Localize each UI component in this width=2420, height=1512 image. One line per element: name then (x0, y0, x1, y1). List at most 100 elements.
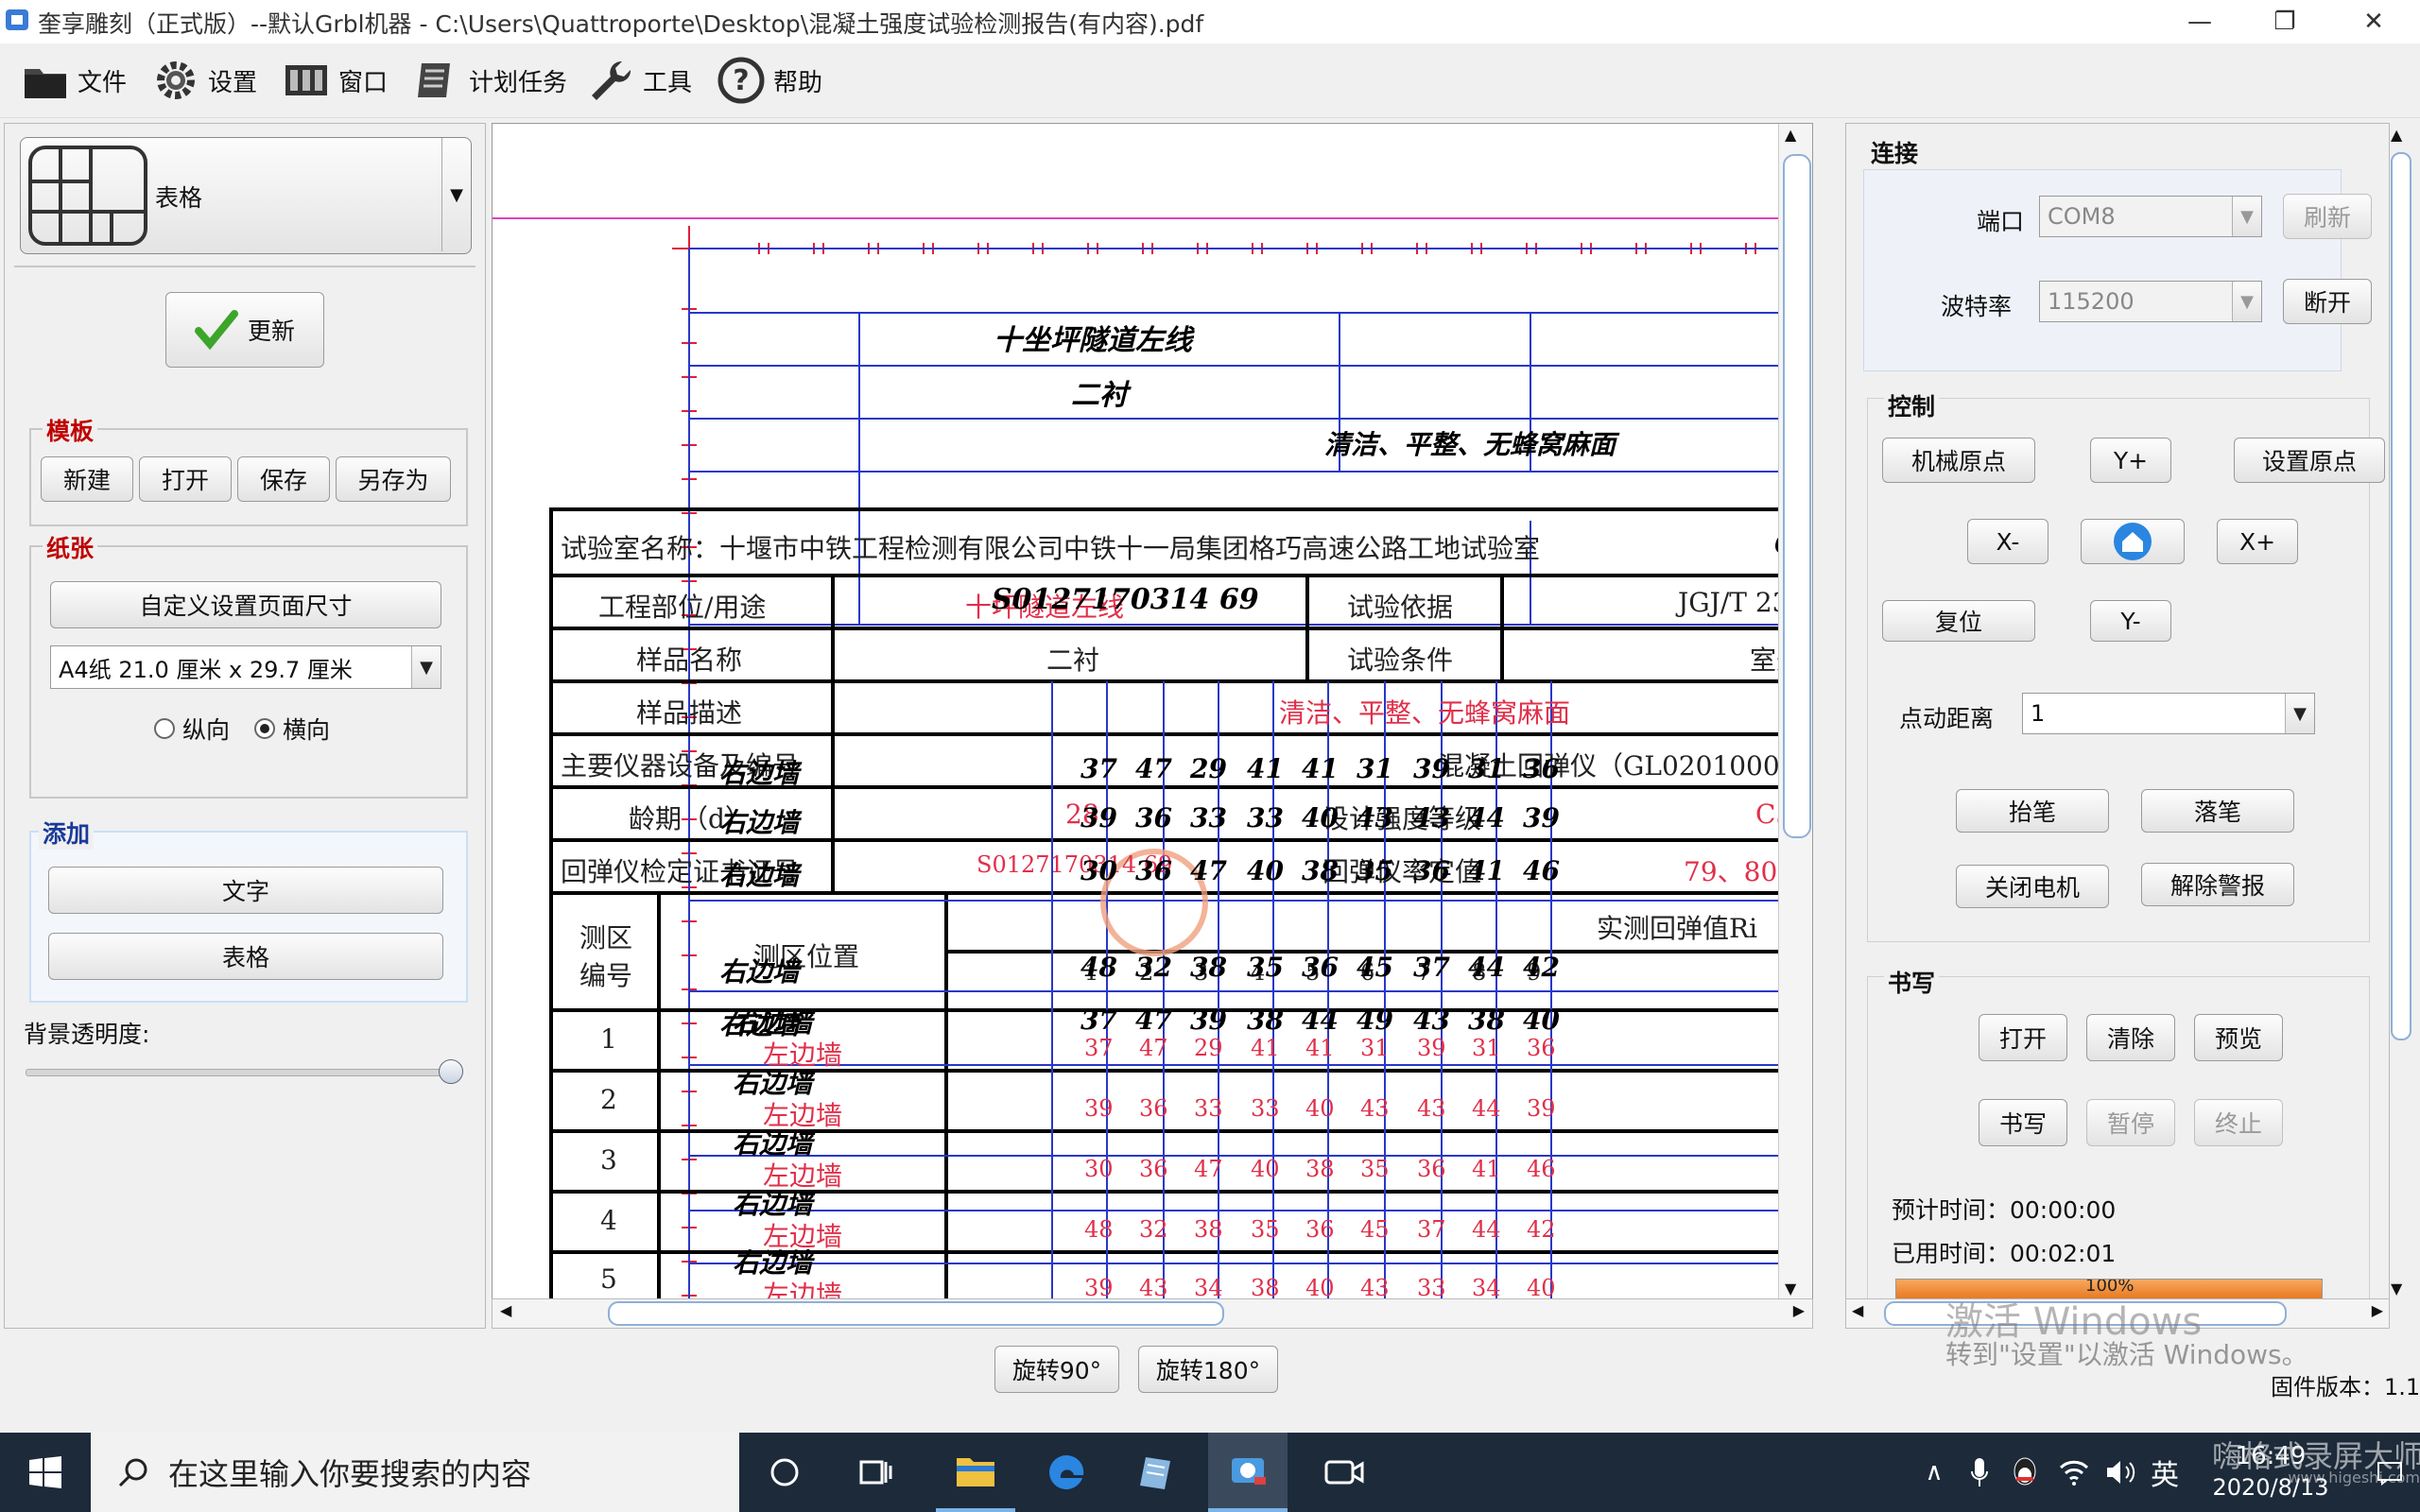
clear-alarm-button[interactable]: 解除警报 (2141, 863, 2294, 906)
canvas-horizontal-scrollbar[interactable]: ◀ ▶ (492, 1298, 1813, 1329)
help-icon: ? (717, 57, 765, 104)
template-new-button[interactable]: 新建 (41, 456, 133, 502)
tray-expand-icon[interactable]: ∧ (1917, 1433, 1951, 1512)
baud-select[interactable]: 115200 ▼ (2039, 281, 2262, 322)
write-stop-button[interactable]: 终止 (2194, 1099, 2283, 1146)
disconnect-button[interactable]: 断开 (2283, 279, 2372, 324)
network-icon[interactable] (2053, 1433, 2095, 1512)
jog-distance-select[interactable]: 1 ▼ (2022, 693, 2315, 734)
taskbar-search-box[interactable]: 在这里输入你要搜索的内容 (91, 1433, 739, 1512)
add-table-button[interactable]: 表格 (48, 933, 443, 980)
start-button[interactable] (0, 1433, 91, 1512)
right-panel-scroll-thumb[interactable] (2391, 152, 2411, 1040)
radio-unchecked-icon (154, 718, 175, 739)
paper-size-select[interactable]: A4纸 21.0 厘米 x 29.7 厘米 ▼ (50, 645, 441, 689)
taskbar-explorer[interactable] (936, 1433, 1015, 1512)
y-plus-button[interactable]: Y+ (2090, 438, 2171, 483)
custom-page-size-button[interactable]: 自定义设置页面尺寸 (50, 581, 441, 628)
taskbar-recorder[interactable] (1305, 1433, 1384, 1512)
right-panel-scrollbar[interactable]: ▲ ▼ (2387, 124, 2415, 1299)
port-value: COM8 (2048, 203, 2116, 230)
doc-hand-value: 43 (1413, 802, 1450, 833)
x-plus-button[interactable]: X+ (2217, 519, 2298, 564)
write-open-button[interactable]: 打开 (1979, 1014, 2067, 1061)
menu-window[interactable]: 窗口 (282, 43, 388, 117)
update-button[interactable]: 更新 (165, 292, 324, 368)
taskbar-engraver-app[interactable] (1208, 1433, 1288, 1512)
minimize-button[interactable]: — (2157, 0, 2242, 43)
doc-red-value: 36 (1417, 1156, 1446, 1182)
template-save-button[interactable]: 保存 (237, 456, 330, 502)
refresh-button[interactable]: 刷新 (2283, 194, 2372, 239)
ime-indicator[interactable]: 英 (2140, 1433, 2189, 1512)
pen-down-button[interactable]: 落笔 (2141, 789, 2294, 833)
write-preview-button[interactable]: 预览 (2194, 1014, 2283, 1061)
scroll-right-icon[interactable]: ▶ (1793, 1301, 1805, 1319)
opacity-slider-thumb[interactable] (439, 1059, 463, 1084)
scroll-left-icon[interactable]: ◀ (500, 1301, 511, 1319)
taskbar-edge[interactable] (1027, 1433, 1106, 1512)
menu-tools[interactable]: 工具 (586, 43, 692, 117)
scroll-right-icon[interactable]: ▶ (2372, 1301, 2383, 1319)
rotate-90-button[interactable]: 旋转90° (994, 1346, 1119, 1393)
menu-file[interactable]: 文件 (21, 43, 127, 117)
doc-hand-value: 46 (1523, 855, 1560, 886)
close-button[interactable]: ✕ (2331, 0, 2416, 43)
doc-red-value: 38 (1251, 1275, 1280, 1300)
edge-browser-icon (1049, 1454, 1084, 1489)
add-text-button[interactable]: 文字 (48, 867, 443, 914)
task-view-button[interactable] (838, 1433, 913, 1512)
taskbar-app-notes[interactable] (1117, 1433, 1197, 1512)
canvas-vertical-thumb[interactable] (1783, 154, 1811, 838)
doc-hand-value: 47 (1190, 855, 1227, 886)
baud-label: 波特率 (1941, 293, 2013, 320)
cortana-button[interactable] (747, 1433, 822, 1512)
volume-icon[interactable] (2100, 1433, 2142, 1512)
template-open-button[interactable]: 打开 (139, 456, 232, 502)
menu-scheduled[interactable]: 计划任务 (412, 43, 567, 117)
doc-hand-value: 42 (1523, 952, 1560, 983)
reset-button[interactable]: 复位 (1882, 600, 2035, 642)
scroll-up-icon[interactable]: ▲ (1785, 126, 1796, 144)
menu-help[interactable]: ? 帮助 (717, 43, 822, 117)
landscape-radio[interactable]: 横向 (254, 712, 330, 746)
folder-icon (25, 69, 66, 98)
portrait-radio[interactable]: 纵向 (154, 712, 230, 746)
write-pause-button[interactable]: 暂停 (2086, 1099, 2175, 1146)
estimated-time: 预计时间：00:00:00 (1892, 1196, 2117, 1224)
canvas-horizontal-thumb[interactable] (608, 1301, 1224, 1326)
qq-tray-icon[interactable] (2004, 1433, 2046, 1512)
machine-origin-button[interactable]: 机械原点 (1882, 438, 2035, 483)
scroll-down-icon[interactable]: ▼ (1785, 1280, 1796, 1297)
notification-icon[interactable] (2371, 1433, 2409, 1512)
scroll-left-icon[interactable]: ◀ (1852, 1301, 1863, 1319)
set-origin-button[interactable]: 设置原点 (2234, 438, 2385, 483)
y-minus-button[interactable]: Y- (2090, 600, 2171, 642)
pen-up-button[interactable]: 抬笔 (1956, 789, 2109, 833)
doc-red-value: 39 (1084, 1095, 1114, 1122)
opacity-slider[interactable] (26, 1059, 463, 1084)
write-clear-button[interactable]: 清除 (2086, 1014, 2175, 1061)
template-save-as-button[interactable]: 另存为 (336, 456, 451, 502)
restore-button[interactable]: ❐ (2242, 0, 2327, 43)
doc-red-value: 34 (1472, 1275, 1501, 1300)
rotate-180-button[interactable]: 旋转180° (1138, 1346, 1278, 1393)
doc-row-sample-value: 二衬 (1046, 644, 1100, 676)
motor-off-button[interactable]: 关闭电机 (1956, 865, 2109, 908)
doc-description-hand: 清洁、平整、无蜂窝麻面 (1324, 429, 1616, 460)
microphone-icon[interactable] (1961, 1433, 1998, 1512)
doc-red-value: 44 (1472, 1095, 1501, 1122)
x-minus-button[interactable]: X- (1967, 519, 2048, 564)
canvas-vertical-scrollbar[interactable]: ▲ ▼ (1778, 124, 1812, 1299)
chevron-down-icon[interactable]: ▼ (441, 138, 471, 251)
doc-red-value: 33 (1251, 1095, 1280, 1122)
write-start-button[interactable]: 书写 (1979, 1099, 2067, 1146)
home-button[interactable] (2081, 519, 2185, 564)
menu-settings[interactable]: 设置 (151, 43, 257, 117)
scroll-down-icon[interactable]: ▼ (2391, 1280, 2402, 1297)
tool-selector[interactable]: 表格 ▼ (20, 137, 472, 254)
document-canvas[interactable]: 十坐坪隧道左线 二衬 清洁、平整、无蜂窝麻面 室 试验室名称：十堰市中铁工程检测… (492, 123, 1813, 1300)
port-select[interactable]: COM8 ▼ (2039, 196, 2262, 237)
doc-hand-value: 36 (1413, 855, 1450, 886)
scroll-up-icon[interactable]: ▲ (2391, 126, 2402, 144)
